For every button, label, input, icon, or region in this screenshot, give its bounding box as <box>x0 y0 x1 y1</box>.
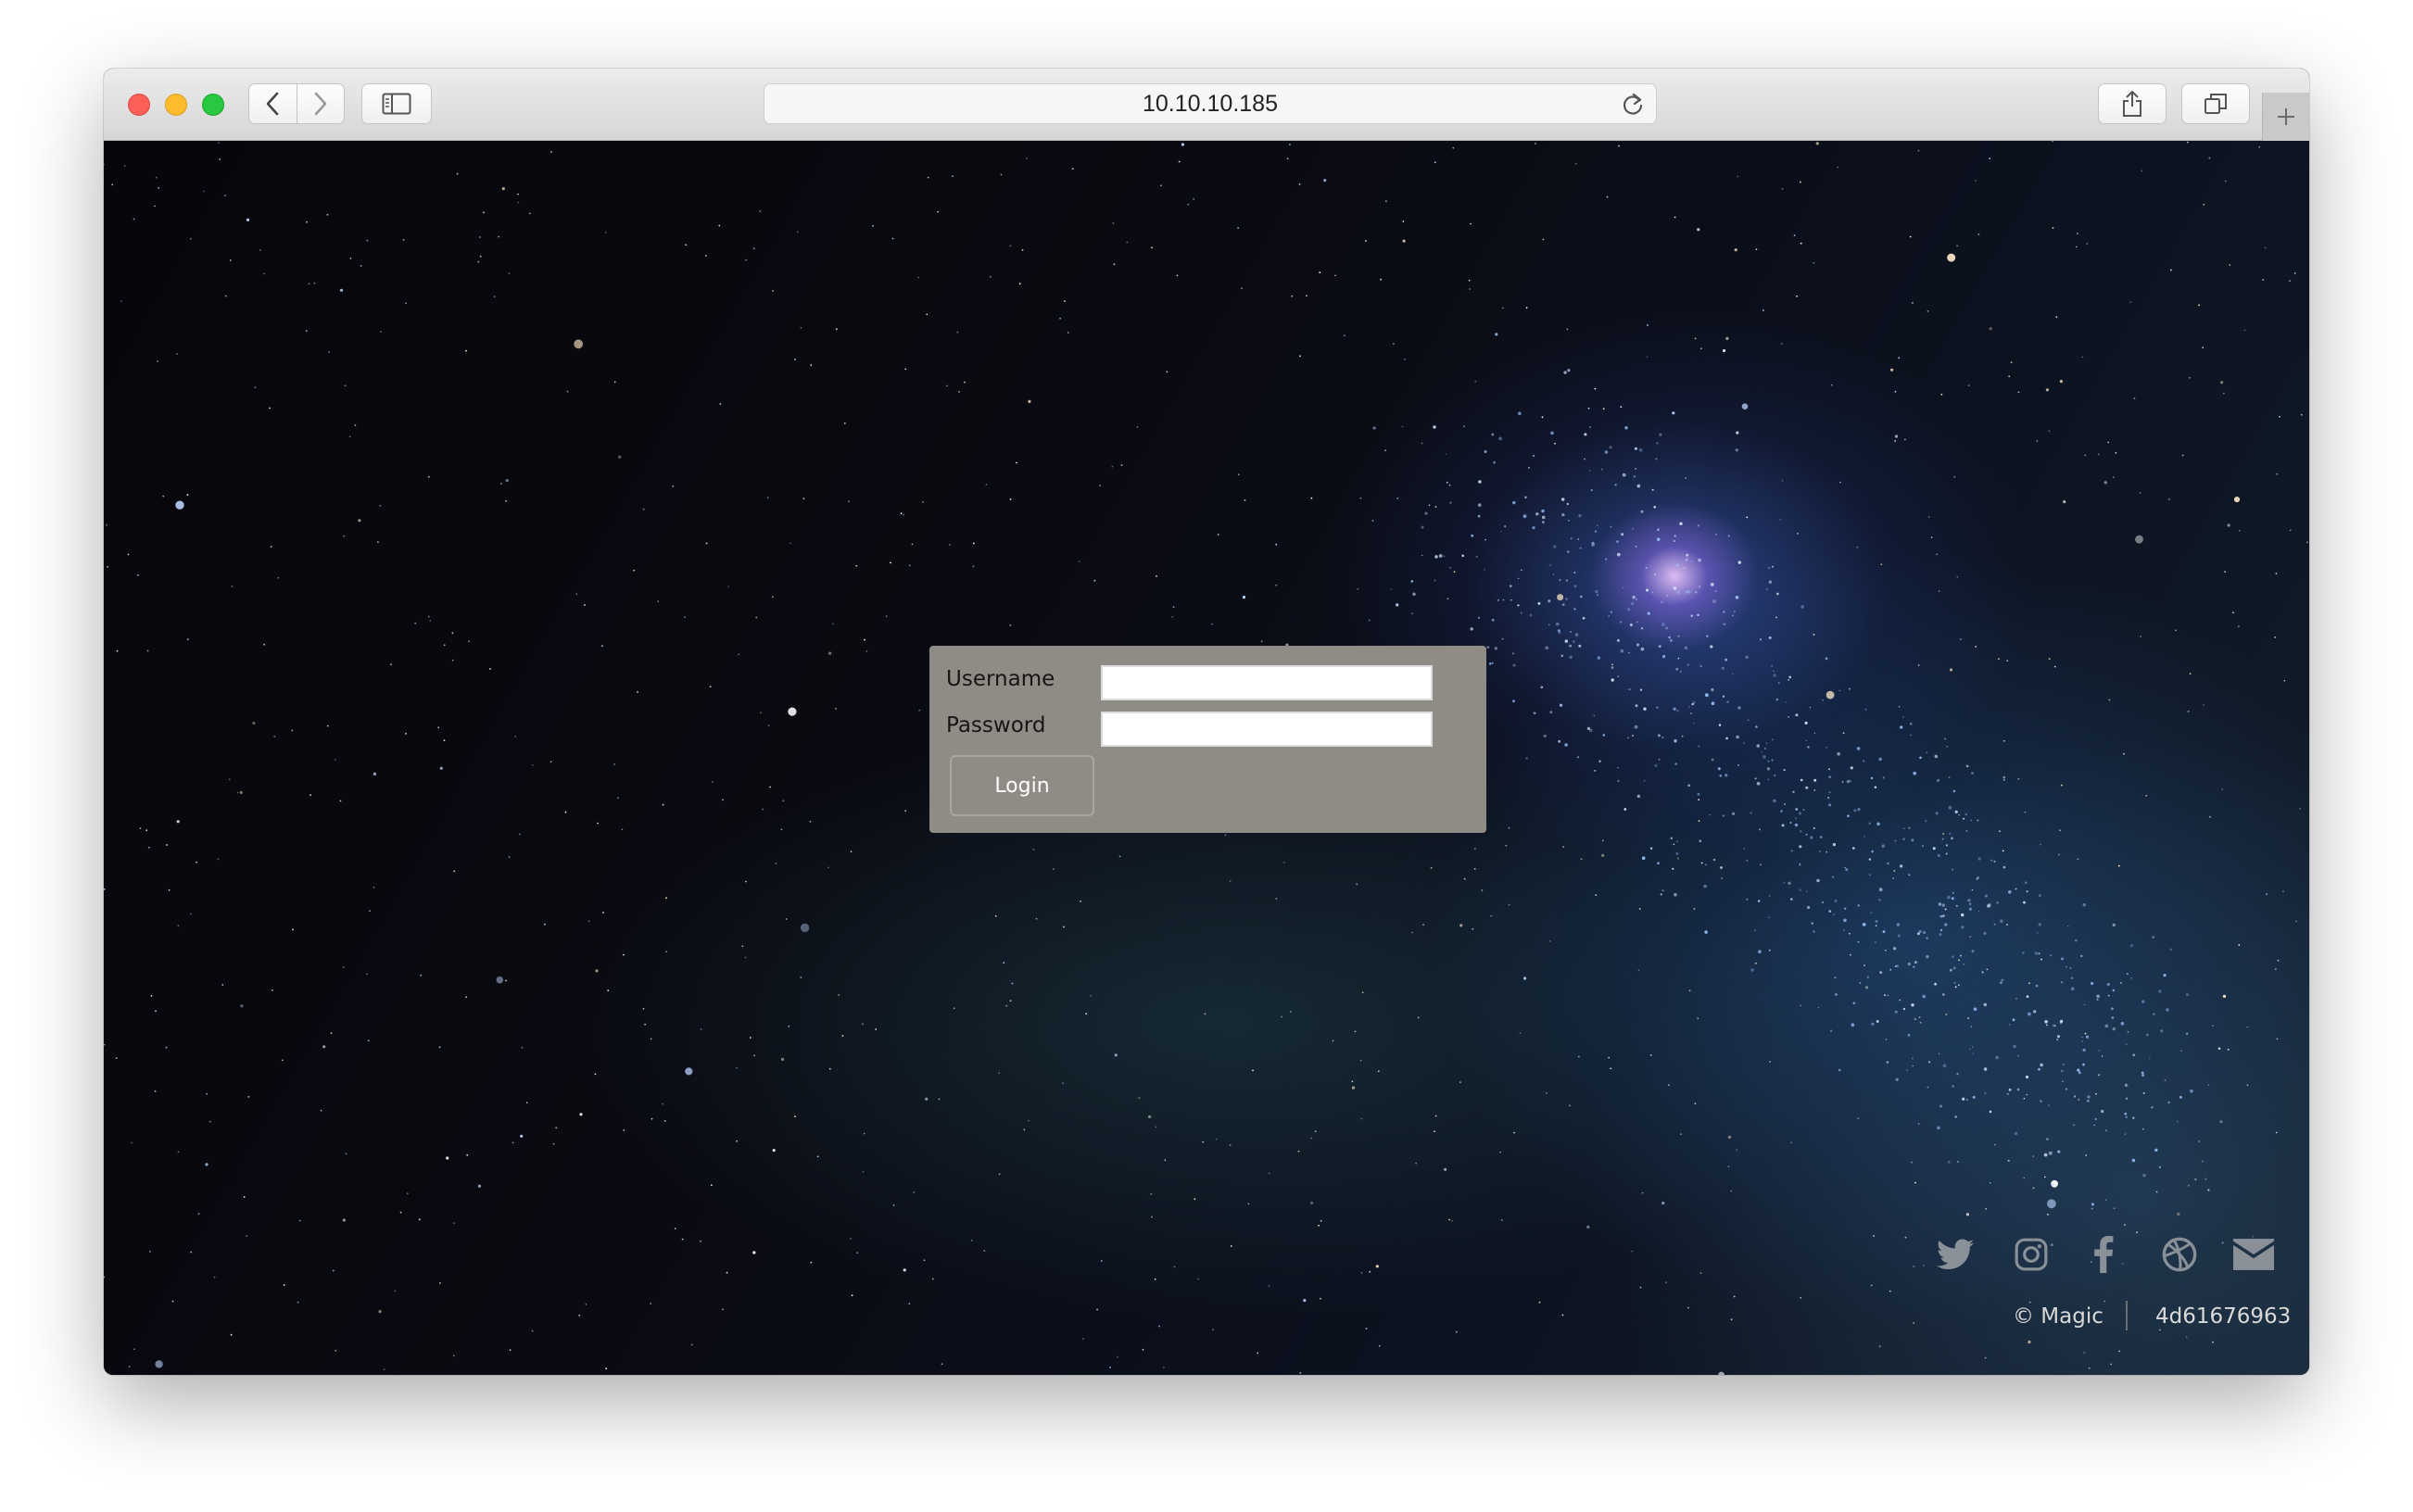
plus-icon <box>2278 108 2294 125</box>
address-url: 10.10.10.185 <box>1143 90 1278 117</box>
twitter-icon <box>1937 1239 1974 1269</box>
login-form: Username Password Login <box>929 646 1486 833</box>
instagram-link[interactable] <box>2011 1234 2052 1275</box>
dribbble-icon <box>2162 1237 2197 1272</box>
username-input[interactable] <box>1101 665 1433 700</box>
footer-divider <box>2126 1301 2128 1330</box>
share-button[interactable] <box>2098 83 2167 124</box>
facebook-link[interactable] <box>2087 1234 2120 1275</box>
tabs-overview-icon <box>2205 94 2227 114</box>
sidebar-toggle-button[interactable] <box>361 83 432 124</box>
share-icon <box>2123 91 2141 117</box>
password-label: Password <box>946 713 1046 737</box>
page-content: Username Password Login © Magic 4d616769… <box>104 141 2309 1375</box>
browser-toolbar: 10.10.10.185 <box>104 69 2309 141</box>
password-input[interactable] <box>1101 712 1433 747</box>
twitter-link[interactable] <box>1935 1234 1976 1275</box>
facebook-icon <box>2094 1236 2114 1273</box>
tab-overview-button[interactable] <box>2181 83 2250 124</box>
back-button[interactable] <box>249 84 297 123</box>
sidebar-icon <box>382 93 411 115</box>
reload-icon <box>1623 93 1643 115</box>
dribbble-link[interactable] <box>2159 1234 2200 1275</box>
footer-code: 4d61676963 <box>2155 1304 2292 1329</box>
zoom-window-button[interactable] <box>202 94 224 116</box>
email-icon <box>2233 1239 2274 1270</box>
address-bar[interactable]: 10.10.10.185 <box>764 83 1657 124</box>
browser-window: 10.10.10.185 Username Password Login © M… <box>104 69 2309 1375</box>
email-link[interactable] <box>2231 1234 2276 1275</box>
login-button[interactable]: Login <box>950 755 1094 816</box>
close-window-button[interactable] <box>128 94 150 116</box>
chevron-left-icon <box>266 92 279 116</box>
instagram-icon <box>2015 1238 2048 1271</box>
new-tab-button[interactable] <box>2262 93 2309 141</box>
copyright-text: © Magic <box>2013 1304 2103 1329</box>
forward-button[interactable] <box>296 84 345 123</box>
chevron-right-icon <box>314 92 327 116</box>
username-label: Username <box>946 667 1055 691</box>
navigation-buttons <box>248 83 345 124</box>
reload-button[interactable] <box>1621 92 1645 122</box>
minimize-window-button[interactable] <box>165 94 187 116</box>
